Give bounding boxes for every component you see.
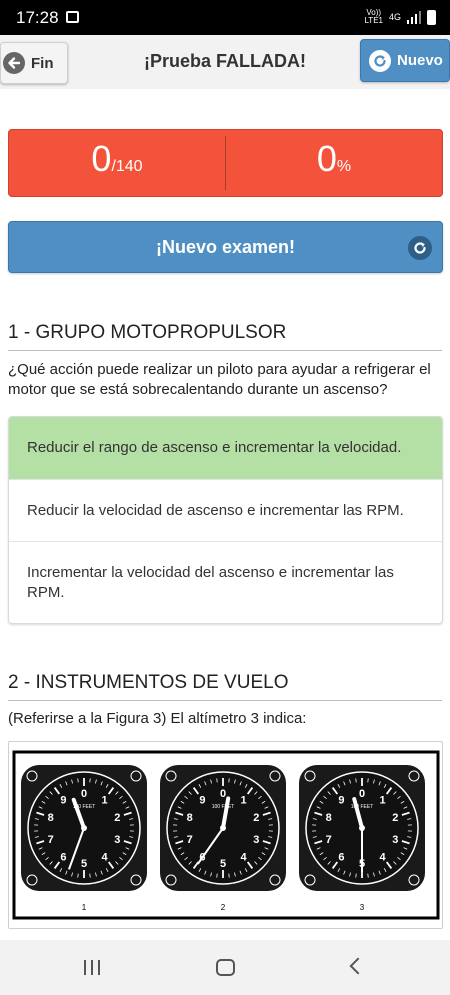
instrument-label: 2 [221, 903, 226, 912]
dial-number: 5 [81, 858, 87, 870]
dial-number: 8 [48, 812, 54, 824]
new-exam-button[interactable]: ¡Nuevo examen! [8, 221, 443, 273]
question-text: ¿Qué acción puede realizar un piloto par… [8, 361, 431, 398]
dial-number: 9 [60, 795, 66, 807]
refresh-icon [408, 236, 432, 260]
dial-number: 1 [241, 795, 247, 807]
battery-icon [427, 9, 436, 25]
instrument-label: 1 [82, 903, 87, 912]
dial-number: 2 [392, 812, 398, 824]
dial-number: 7 [48, 834, 54, 846]
dial-number: 7 [187, 834, 193, 846]
lte-label: LTE1 [364, 16, 383, 25]
dial-number: 5 [220, 858, 226, 870]
status-bar: 17:28 Vo)) LTE1 4G [0, 0, 450, 35]
signal-icon [407, 10, 421, 24]
screw-icon [26, 770, 38, 782]
back-chevron-icon[interactable] [349, 957, 367, 975]
answer-option-correct[interactable]: Reducir el rango de ascenso e incrementa… [9, 417, 442, 479]
dial-number: 4 [241, 851, 248, 863]
answer-text: Reducir el rango de ascenso e incrementa… [27, 439, 402, 456]
new-button-label: Nuevo [397, 52, 443, 69]
screw-icon [304, 770, 316, 782]
screw-icon [165, 770, 177, 782]
screw-icon [269, 874, 281, 886]
answer-option[interactable]: Incrementar la velocidad del ascenso e i… [9, 541, 442, 623]
status-icons: Vo)) LTE1 4G [364, 9, 436, 25]
home-icon[interactable] [216, 959, 235, 976]
dial-number: 6 [338, 851, 344, 863]
dial-number: 3 [253, 834, 259, 846]
instrument-label: 3 [360, 903, 365, 912]
question-title: 1 - GRUPO MOTOPROPULSOR [8, 322, 442, 351]
altimeter-instrument: 0123456789100 FEET3 [299, 765, 425, 912]
answer-text: Reducir la velocidad de ascenso e increm… [27, 501, 404, 519]
screw-icon [304, 874, 316, 886]
dial-number: 1 [380, 795, 386, 807]
dial-number: 7 [326, 834, 332, 846]
dial-number: 1 [102, 795, 108, 807]
altimeter-illustration: 0123456789100 FEET10123456789100 FEET201… [12, 750, 440, 920]
dial-number: 2 [114, 812, 120, 824]
screw-icon [269, 770, 281, 782]
answer-text: Incrementar la velocidad del ascenso e i… [27, 563, 394, 601]
screw-icon [26, 874, 38, 886]
score-percentage: 0 % [226, 130, 442, 196]
dial-number: 0 [359, 788, 365, 800]
screw-icon [130, 770, 142, 782]
altimeter-instrument: 0123456789100 FEET1 [21, 765, 147, 912]
dial-number: 3 [114, 834, 120, 846]
recents-icon[interactable] [84, 960, 100, 975]
dial-number: 9 [199, 795, 205, 807]
volte-indicator: Vo)) LTE1 [364, 9, 383, 25]
dial-number: 2 [253, 812, 259, 824]
score-correct: 0 [91, 138, 112, 179]
answer-list: Reducir el rango de ascenso e incrementa… [8, 416, 443, 624]
dial-number: 4 [380, 851, 387, 863]
screw-icon [408, 770, 420, 782]
new-exam-label: ¡Nuevo examen! [155, 236, 296, 257]
question-text: (Referirse a la Figura 3) El altímetro 3… [8, 710, 307, 727]
altimeter-figure: 0123456789100 FEET10123456789100 FEET201… [8, 741, 443, 929]
image-notification-icon [66, 11, 79, 23]
answer-option[interactable]: Reducir la velocidad de ascenso e increm… [9, 479, 442, 541]
score-panel: 0 /140 0 % [8, 129, 443, 197]
score-percent-unit: % [336, 158, 352, 175]
dial-number: 6 [60, 851, 66, 863]
dial-number: 0 [220, 788, 226, 800]
question-title: 2 - INSTRUMENTOS DE VUELO [8, 672, 442, 701]
screw-icon [130, 874, 142, 886]
screw-icon [408, 874, 420, 886]
altimeter-instrument: 0123456789100 FEET2 [160, 765, 286, 912]
dial-number: 0 [81, 788, 87, 800]
score-percent-value: 0 [316, 138, 337, 179]
system-nav-bar [0, 940, 450, 995]
status-time: 17:28 [16, 8, 59, 27]
score-total: /140 [111, 158, 143, 175]
new-button[interactable]: Nuevo [360, 39, 450, 82]
dial-number: 9 [338, 795, 344, 807]
dial-number: 4 [102, 851, 109, 863]
dial-number: 3 [392, 834, 398, 846]
dial-caption: 100 FEET [212, 804, 235, 810]
dial-number: 8 [326, 812, 332, 824]
network-type-label: 4G [388, 12, 401, 22]
score-count: 0 /140 [9, 130, 225, 196]
screw-icon [165, 874, 177, 886]
app-header: Fin ¡Prueba FALLADA! Nuevo [0, 35, 450, 89]
dial-number: 8 [187, 812, 193, 824]
refresh-icon [369, 49, 391, 72]
